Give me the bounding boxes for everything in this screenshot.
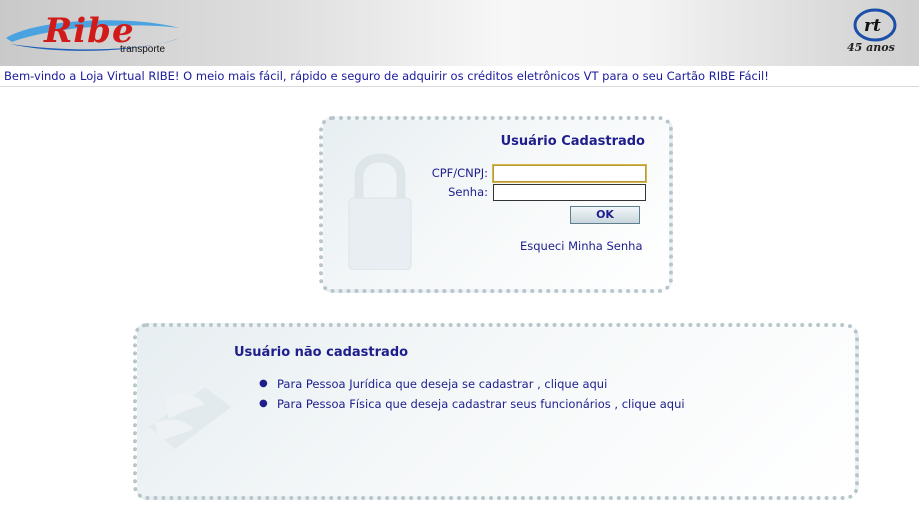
registration-options-list: ● Para Pessoa Jurídica que deseja se cad… (259, 376, 685, 416)
logo-subtitle: transporte (120, 44, 166, 55)
cpf-input[interactable] (492, 164, 647, 183)
password-input[interactable] (493, 184, 646, 201)
login-panel: Usuário Cadastrado CPF/CNPJ: Senha: OK E… (319, 116, 673, 293)
ribe-logo[interactable]: Ribe transporte (4, 8, 184, 60)
register-company-label: Para Pessoa Jurídica que deseja se cadas… (277, 377, 608, 391)
divider (0, 86, 919, 87)
unregistered-title: Usuário não cadastrado (234, 345, 409, 360)
unregistered-panel: Usuário não cadastrado ● Para Pessoa Jur… (133, 323, 859, 500)
svg-text:rt: rt (864, 16, 881, 36)
header-banner: Ribe transporte rt 45 anos (0, 0, 919, 66)
bullet-icon: ● (259, 378, 268, 389)
register-person-link[interactable]: ● Para Pessoa Física que deseja cadastra… (259, 396, 685, 416)
logo-name: Ribe (44, 11, 135, 51)
rt-badge-icon: rt (853, 8, 897, 42)
keyboard-hands-icon (149, 387, 231, 449)
register-person-label: Para Pessoa Física que deseja cadastrar … (277, 397, 685, 411)
ok-button[interactable]: OK (570, 206, 640, 224)
padlock-icon (348, 153, 412, 270)
password-label: Senha: (448, 185, 488, 199)
forgot-password-link[interactable]: Esqueci Minha Senha (520, 239, 643, 253)
welcome-message: Bem-vindo a Loja Virtual RIBE! O meio ma… (4, 69, 769, 83)
cpf-label: CPF/CNPJ: (431, 166, 488, 180)
anniversary-label: 45 anos (847, 41, 895, 54)
bullet-icon: ● (259, 398, 268, 409)
login-title: Usuário Cadastrado (500, 134, 645, 149)
register-company-link[interactable]: ● Para Pessoa Jurídica que deseja se cad… (259, 376, 685, 396)
